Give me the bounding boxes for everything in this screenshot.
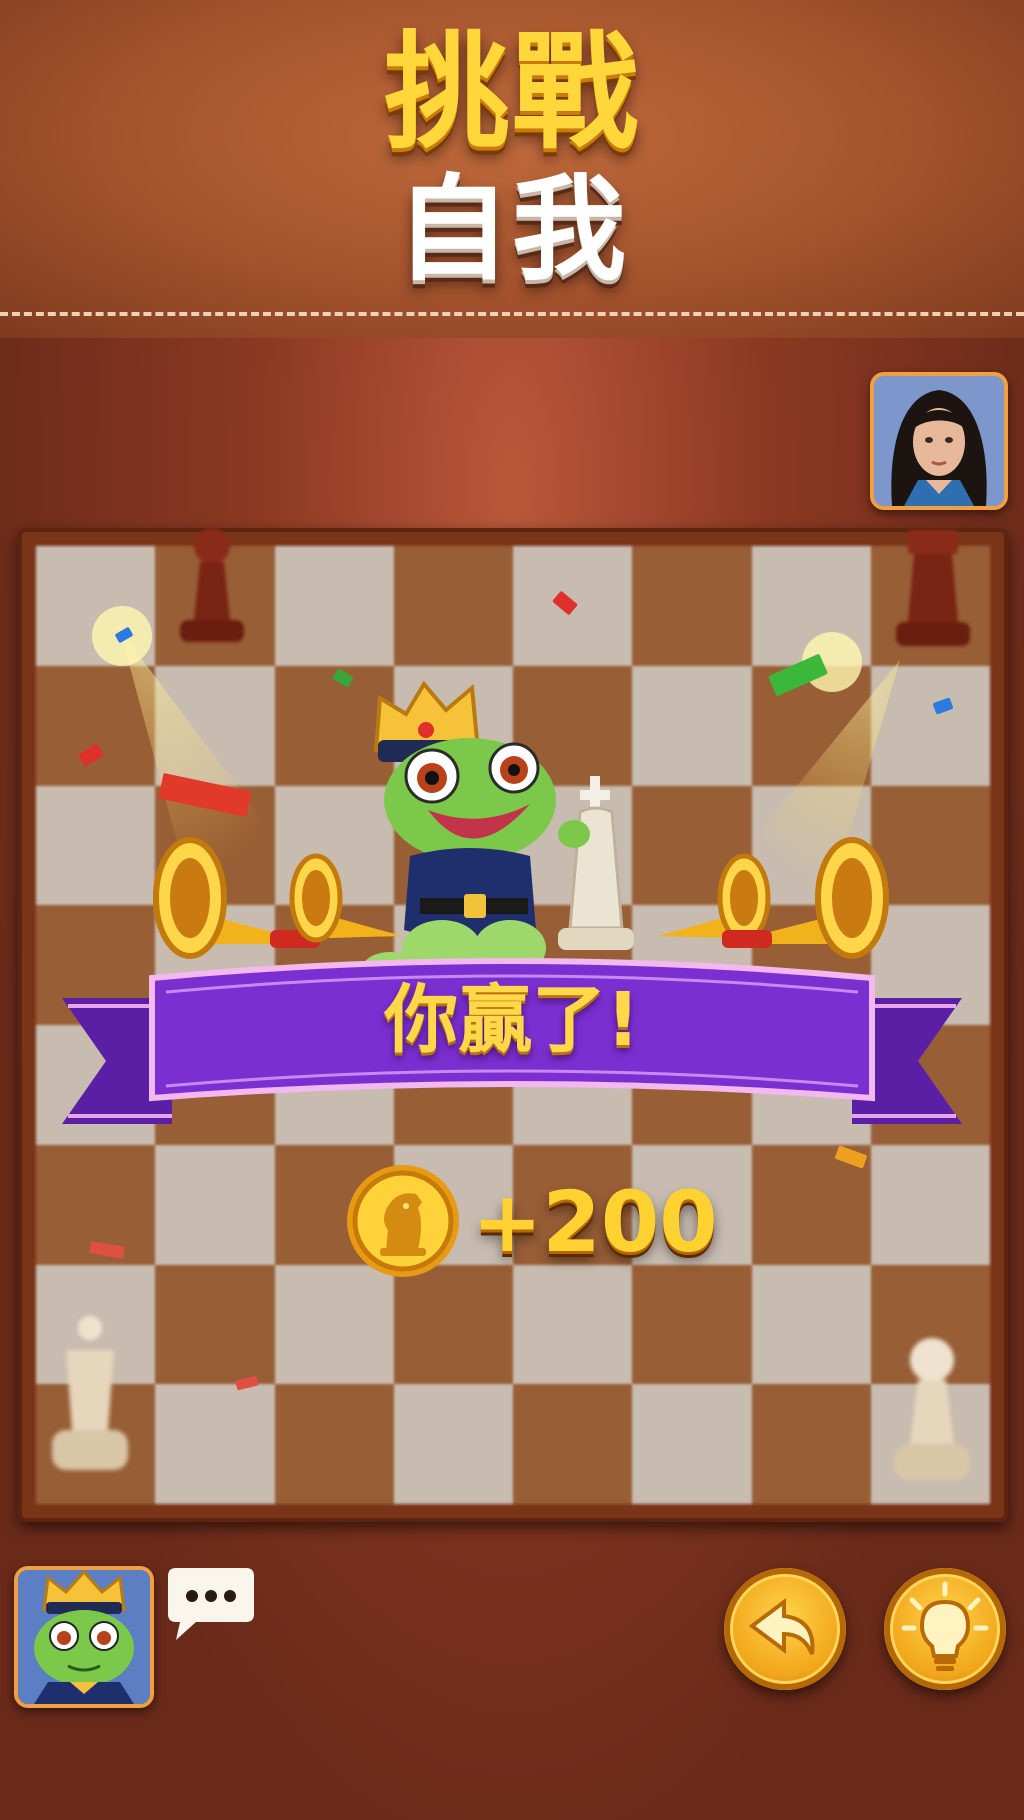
light-pawn-piece[interactable] [888, 1332, 976, 1488]
title-header: 挑戰 自我 [0, 0, 1024, 338]
light-queen-piece[interactable] [44, 1310, 136, 1486]
title-line-1: 挑戰 [384, 19, 640, 166]
chat-button[interactable] [168, 1568, 254, 1640]
undo-button[interactable] [724, 1568, 846, 1690]
woman-portrait-icon [874, 376, 1004, 506]
reward-amount: +200 [472, 1173, 718, 1271]
knight-coin-icon [347, 1165, 459, 1277]
undo-arrow-icon [748, 1598, 815, 1655]
hint-button[interactable] [884, 1568, 1006, 1690]
title-line-2: 自我 [395, 163, 628, 296]
victory-banner-text: 你贏了! [384, 977, 640, 1063]
frog-king-mascot [364, 680, 634, 980]
frog-king-avatar-icon [18, 1570, 150, 1704]
chat-bubble-icon [168, 1568, 254, 1640]
player-avatar[interactable] [14, 1566, 154, 1708]
lightbulb-icon [901, 1581, 989, 1671]
opponent-avatar[interactable] [870, 372, 1008, 510]
